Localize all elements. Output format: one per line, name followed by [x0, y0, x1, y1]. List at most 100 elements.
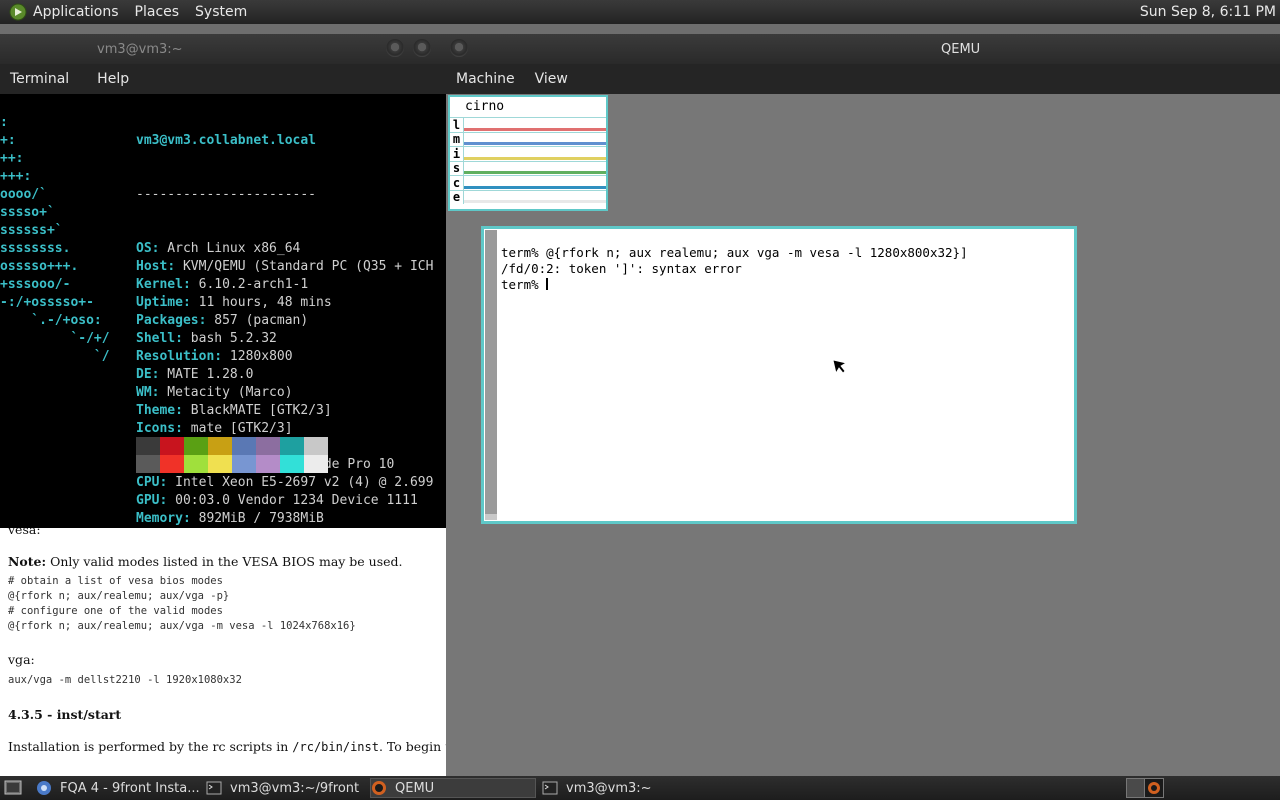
info-key: Host	[136, 259, 168, 274]
places-menu[interactable]: Places	[135, 4, 180, 20]
text-caret	[546, 278, 549, 290]
qemu-display[interactable]: cirno lmisce term% @{rfork n; aux realem…	[446, 94, 1280, 776]
section-heading: 4.3.5 - inst/start	[8, 707, 122, 722]
art-line: ++:	[0, 151, 24, 166]
stats-label: c	[450, 175, 464, 190]
info-key: WM	[136, 385, 152, 400]
info-row: Theme: BlackMATE [GTK2/3]	[136, 402, 433, 420]
help-menu[interactable]: Help	[97, 71, 129, 87]
taskbar-item-terminal-9front[interactable]: vm3@vm3:~/9front	[206, 778, 366, 798]
cut-line: vesa:	[8, 528, 41, 537]
info-colon: :	[175, 331, 183, 346]
workspace-1[interactable]	[1127, 779, 1145, 797]
info-colon: :	[214, 349, 223, 364]
system-info: vm3@vm3.collabnet.local ----------------…	[136, 96, 433, 564]
stats-label: l	[450, 117, 464, 132]
vga-label: vga:	[8, 652, 35, 667]
qemu-titlebar[interactable]: QEMU	[446, 34, 1280, 64]
art-line: -:/+osssso+-	[0, 295, 94, 310]
stats-hostname: cirno	[465, 99, 505, 114]
info-value: 1280x800	[222, 349, 293, 364]
terminal-icon	[206, 781, 222, 795]
code-line: # configure one of the valid modes	[8, 605, 223, 617]
terminal-titlebar[interactable]: vm3@vm3:~	[0, 34, 446, 64]
scrollbar[interactable]	[485, 230, 497, 520]
taskbar-label: QEMU	[395, 780, 435, 796]
palette-swatch	[136, 437, 160, 455]
maximize-button[interactable]	[413, 39, 431, 57]
info-key: Uptime	[136, 295, 183, 310]
palette-swatch	[232, 437, 256, 455]
separator: -----------------------	[136, 187, 317, 202]
info-value: KVM/QEMU (Standard PC (Q35 + ICH	[175, 259, 434, 274]
minimize-button[interactable]	[386, 39, 404, 57]
stats-graph	[464, 133, 606, 147]
stats-graph	[464, 162, 606, 176]
terminal-icon	[542, 781, 558, 795]
info-row: CPU: Intel Xeon E5-2697 v2 (4) @ 2.699	[136, 474, 433, 492]
qemu-icon	[372, 781, 386, 795]
ascii-art-logo: : +: ++: +++: oooo/` sssso+` ssssss+` ssssssss.…	[0, 96, 110, 366]
info-row: Kernel: 6.10.2-arch1-1	[136, 276, 433, 294]
art-line: +++:	[0, 169, 32, 184]
stats-row: m	[450, 131, 606, 147]
system-menu[interactable]: System	[195, 4, 247, 20]
workspace-switcher[interactable]	[1126, 778, 1164, 798]
taskbar-item-terminal-home[interactable]: vm3@vm3:~	[542, 778, 702, 798]
show-desktop-icon[interactable]	[4, 779, 22, 797]
machine-menu[interactable]: Machine	[456, 71, 515, 87]
taskbar-label: vm3@vm3:~	[566, 780, 652, 796]
qemu-title: QEMU	[941, 42, 981, 57]
rio-terminal-window[interactable]: term% @{rfork n; aux realemu; aux vga -m…	[481, 226, 1077, 524]
info-row: Uptime: 11 hours, 48 mins	[136, 294, 433, 312]
mate-logo-icon[interactable]	[9, 3, 27, 21]
applications-menu[interactable]: Applications	[33, 4, 119, 20]
taskbar-label: FQA 4 - 9front Insta...	[60, 780, 200, 796]
info-value: mate [GTK2/3]	[182, 421, 293, 436]
info-key: GPU	[136, 493, 160, 508]
info-key: Kernel	[136, 277, 183, 292]
taskbar-label: vm3@vm3:~/9front	[230, 780, 360, 796]
terminal-output[interactable]: : +: ++: +++: oooo/` sssso+` ssssss+` ssssssss.…	[0, 94, 446, 528]
view-menu[interactable]: View	[535, 71, 568, 87]
close-button[interactable]	[450, 39, 468, 57]
stats-label: e	[450, 190, 464, 205]
mouse-cursor-icon	[832, 359, 848, 375]
taskbar-item-qemu[interactable]: QEMU	[370, 778, 536, 798]
art-line: ssssssss.	[0, 241, 71, 256]
note-text: Only valid modes listed in the VESA BIOS…	[46, 554, 403, 569]
stats-label: m	[450, 132, 464, 147]
taskbar-item-browser[interactable]: FQA 4 - 9front Insta...	[36, 778, 200, 798]
code-line: # obtain a list of vesa bios modes	[8, 575, 223, 587]
install-paragraph: Installation is performed by the rc scri…	[8, 739, 446, 754]
info-colon: :	[175, 403, 183, 418]
stats-graph	[464, 191, 606, 205]
terminal-menu[interactable]: Terminal	[10, 71, 69, 87]
chromium-icon	[37, 781, 51, 795]
info-row: GPU: 00:03.0 Vendor 1234 Device 1111	[136, 492, 433, 510]
error-line: /fd/0:2: token ']': syntax error	[501, 261, 742, 276]
workspace-2[interactable]	[1145, 779, 1163, 797]
palette-swatch	[136, 455, 160, 473]
scrollbar-thumb[interactable]	[485, 230, 497, 514]
info-row: Icons: mate [GTK2/3]	[136, 420, 433, 438]
qemu-workspace-icon	[1148, 782, 1160, 794]
info-row: Memory: 892MiB / 7938MiB	[136, 510, 433, 528]
info-value: bash 5.2.32	[182, 331, 277, 346]
stats-graph	[464, 147, 606, 161]
palette-swatch	[304, 437, 328, 455]
info-value: BlackMATE [GTK2/3]	[182, 403, 332, 418]
prompt-line: term%	[501, 277, 968, 293]
terminal-window: vm3@vm3:~ Terminal Help : +: ++: +++: oooo/`…	[0, 34, 446, 528]
art-line: ssssss+`	[0, 223, 63, 238]
rio-terminal-text[interactable]: term% @{rfork n; aux realemu; aux vga -m…	[501, 245, 968, 293]
palette-swatch	[184, 437, 208, 455]
stats-window[interactable]: cirno lmisce	[448, 95, 608, 211]
browser-page-content[interactable]: vesa: Note: Only valid modes listed in t…	[0, 528, 446, 776]
palette-swatch	[160, 437, 184, 455]
palette-swatch	[304, 455, 328, 473]
code-block: # obtain a list of vesa bios modes @{rfor…	[8, 574, 356, 634]
clock[interactable]: Sun Sep 8, 6:11 PM	[1140, 4, 1276, 20]
palette-swatch	[280, 437, 304, 455]
info-key: DE	[136, 367, 152, 382]
